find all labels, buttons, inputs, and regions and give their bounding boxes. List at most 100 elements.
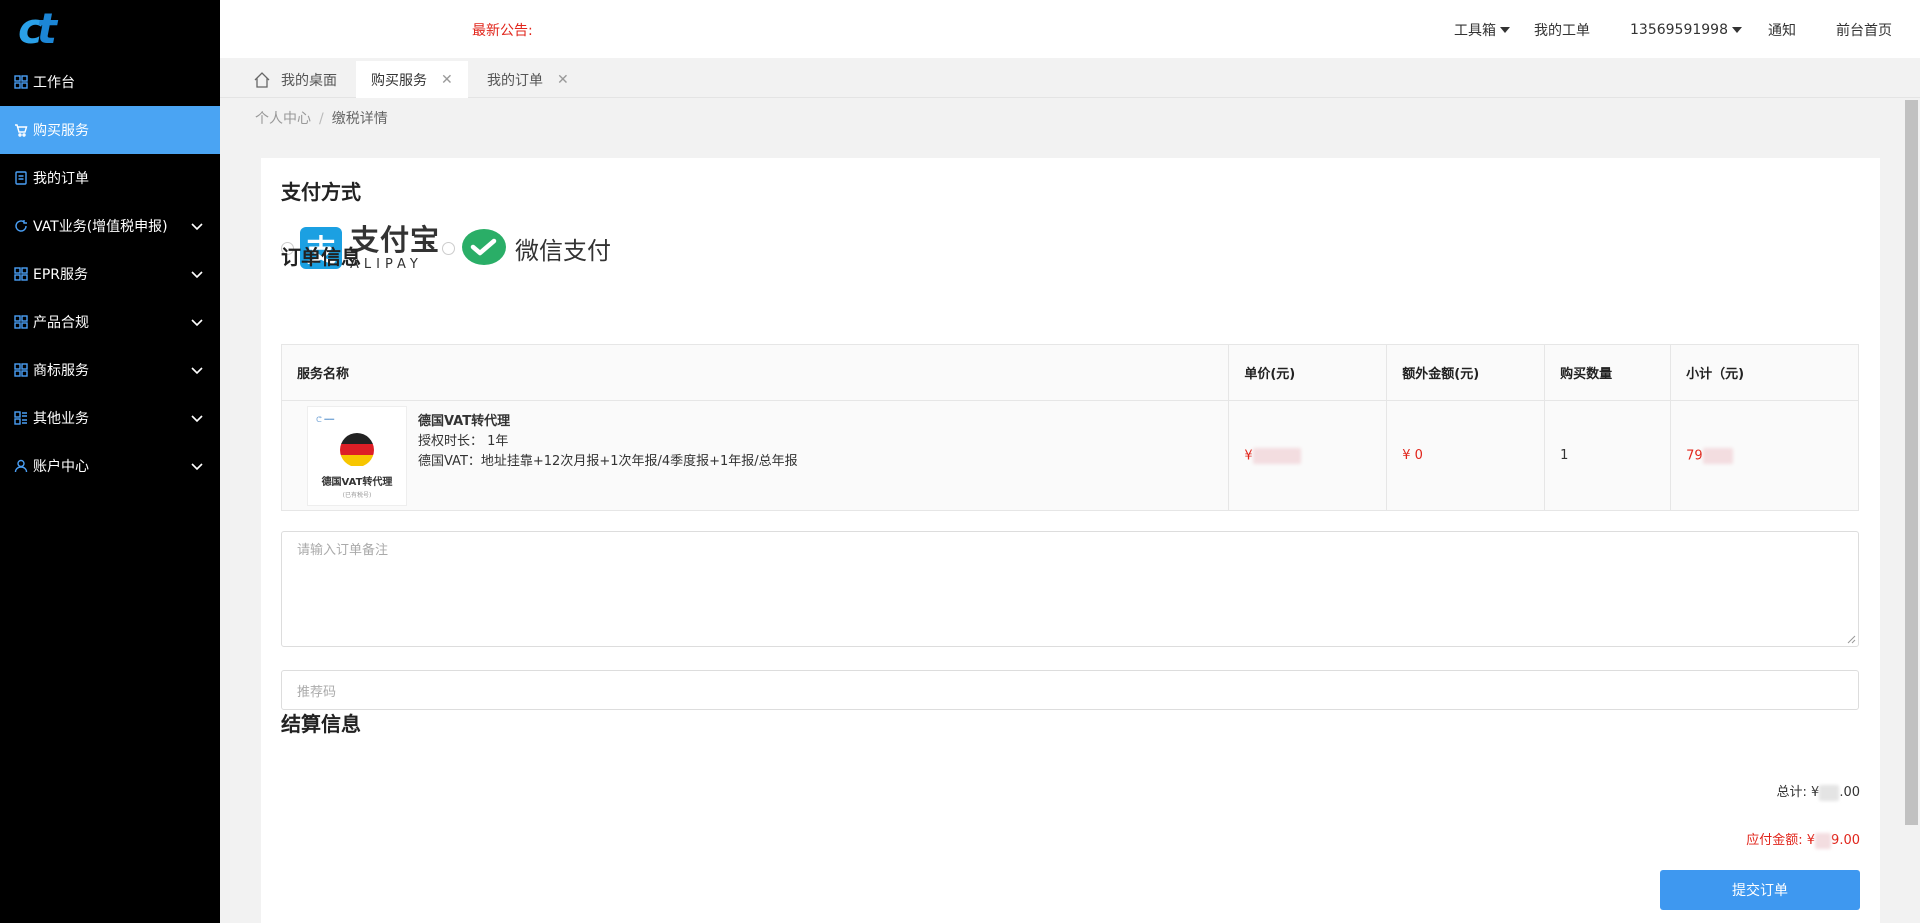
chevron-down-icon: [191, 367, 203, 375]
due-currency: ¥: [1806, 833, 1816, 848]
order-remark-input[interactable]: 请输入订单备注: [281, 531, 1859, 647]
remark-placeholder: 请输入订单备注: [297, 543, 389, 558]
tab-buy-service[interactable]: 购买服务 ✕: [356, 61, 468, 98]
table-row: ᕦ ━━ 德国VAT转代理 (已有税号) 德国VAT转代理 授权时长： 1年 德…: [280, 400, 1859, 511]
subtotal: 79: [1686, 448, 1703, 463]
scrollbar-thumb[interactable]: [1905, 100, 1918, 825]
home-icon: [254, 71, 270, 88]
product: ᕦ ━━ 德国VAT转代理 (已有税号) 德国VAT转代理 授权时长： 1年 德…: [297, 405, 1228, 506]
product-name: 德国VAT转代理: [418, 413, 511, 429]
caret-down-icon: [1732, 27, 1742, 33]
product-image-title: 德国VAT转代理: [321, 476, 393, 488]
sidebar-item-trademark[interactable]: 商标服务: [0, 346, 220, 394]
breadcrumb-current: 缴税详情: [331, 111, 388, 127]
chevron-down-icon: [191, 223, 203, 231]
checkout-card: 支付方式 支 支付宝 ALIPAY 微信支付 订单信息 服务名称 单价(元) 额…: [261, 158, 1880, 923]
alipay-cn: 支付宝: [350, 222, 441, 257]
close-icon[interactable]: ✕: [557, 72, 569, 88]
tab-label: 我的桌面: [281, 72, 337, 89]
caret-down-icon: [1500, 27, 1511, 33]
sidebar-item-my-orders[interactable]: 我的订单: [0, 154, 220, 202]
tab-bar: 我的桌面 购买服务 ✕ 我的订单 ✕: [220, 58, 1920, 98]
sidebar-item-vat[interactable]: VAT业务(增值税申报): [0, 202, 220, 250]
product-image: ᕦ ━━ 德国VAT转代理 (已有税号): [307, 405, 407, 506]
due-tail: 9.00: [1831, 833, 1860, 848]
redacted-value: [1815, 832, 1832, 849]
wechat-radio[interactable]: [442, 241, 456, 255]
redacted-value: [1819, 784, 1840, 801]
grid-icon: [14, 363, 28, 377]
alipay-logo-text: 支付宝 ALIPAY: [350, 222, 441, 272]
sidebar-item-account[interactable]: 账户中心: [0, 442, 220, 490]
sidebar-item-label: 工作台: [33, 75, 75, 91]
grid-icon: [14, 75, 28, 89]
wechat-option[interactable]: 微信支付: [461, 228, 611, 268]
breadcrumb-separator: /: [319, 111, 324, 127]
product-duration: 授权时长： 1年: [418, 433, 509, 449]
sidebar-item-label: 我的订单: [33, 171, 89, 187]
col-extra-amount: 额外金额(元): [1386, 344, 1546, 401]
sidebar-item-label: EPR服务: [33, 267, 89, 283]
product-image-sub: (已有税号): [342, 491, 372, 499]
redacted-value: [1702, 447, 1733, 464]
chevron-down-icon: [191, 319, 203, 327]
col-unit-price: 单价(元): [1228, 344, 1388, 401]
extra-amount: ¥ 0: [1402, 448, 1423, 463]
grid-icon: [14, 315, 28, 329]
order-icon: [14, 171, 28, 185]
subtotal-cell: 79: [1670, 400, 1859, 511]
col-service-name: 服务名称: [280, 344, 1230, 401]
order-table: 服务名称 单价(元) 额外金额(元) 购买数量 小计（元) ᕦ ━━ 德国VAT…: [280, 344, 1859, 511]
notify-link[interactable]: 通知: [1768, 20, 1796, 40]
table-header: 服务名称 单价(元) 额外金额(元) 购买数量 小计（元): [280, 344, 1859, 401]
close-icon[interactable]: ✕: [441, 72, 453, 88]
total-currency: ¥: [1811, 785, 1820, 800]
tab-label: 购买服务: [371, 72, 427, 89]
extra-amount-cell: ¥ 0: [1386, 400, 1546, 511]
my-ticket-link[interactable]: 我的工单: [1534, 20, 1590, 40]
sidebar-item-label: 产品合规: [33, 315, 89, 331]
sidebar-item-epr[interactable]: EPR服务: [0, 250, 220, 298]
chevron-down-icon: [191, 415, 203, 423]
cart-icon: [14, 123, 28, 137]
order-title: 订单信息: [281, 245, 361, 269]
notice-label[interactable]: 最新公告:: [472, 20, 533, 40]
service-cell: ᕦ ━━ 德国VAT转代理 (已有税号) 德国VAT转代理 授权时长： 1年 德…: [280, 400, 1230, 511]
tab-label: 我的订单: [487, 72, 543, 89]
chevron-down-icon: [191, 271, 203, 279]
sidebar-item-label: 商标服务: [33, 363, 89, 379]
product-info: 德国VAT转代理 授权时长： 1年 德国VAT：地址挂靠+12次月报+1次年报/…: [418, 412, 798, 472]
user-icon: [14, 459, 28, 473]
alipay-en: ALIPAY: [350, 256, 423, 272]
col-quantity: 购买数量: [1544, 344, 1672, 401]
referral-code-input[interactable]: 推荐码: [281, 670, 1859, 710]
unit-price-cell: ¥: [1228, 400, 1388, 511]
germany-flag-icon: [340, 432, 374, 467]
sidebar-item-other[interactable]: 其他业务: [0, 394, 220, 442]
resize-handle-icon[interactable]: [1846, 634, 1856, 644]
user-menu[interactable]: 13569591998: [1630, 22, 1742, 38]
sidebar-item-workbench[interactable]: 工作台: [0, 58, 220, 106]
quantity-cell: 1: [1544, 400, 1672, 511]
breadcrumb: 个人中心 / 缴税详情: [255, 108, 388, 128]
list-grid-icon: [14, 411, 28, 425]
breadcrumb-root[interactable]: 个人中心: [255, 111, 311, 127]
tab-my-orders[interactable]: 我的订单 ✕: [472, 61, 584, 98]
logo[interactable]: ct: [0, 0, 220, 58]
wechat-icon: [462, 229, 507, 265]
toolbox-menu[interactable]: 工具箱: [1454, 20, 1511, 40]
sidebar-item-label: 其他业务: [33, 411, 89, 427]
submit-order-button[interactable]: 提交订单: [1660, 870, 1860, 910]
brand-watermark: ᕦ ━━: [316, 414, 335, 424]
settlement-title: 结算信息: [281, 712, 361, 736]
tab-my-desktop[interactable]: 我的桌面: [238, 61, 352, 98]
total-label: 总计:: [1776, 785, 1807, 800]
due-label: 应付金额:: [1746, 833, 1803, 848]
quantity: 1: [1560, 448, 1569, 463]
product-desc: 德国VAT：地址挂靠+12次月报+1次年报/4季度报+1年报/总年报: [418, 453, 798, 469]
sidebar-item-compliance[interactable]: 产品合规: [0, 298, 220, 346]
front-home-link[interactable]: 前台首页: [1836, 20, 1892, 40]
sidebar: ct 工作台 购买服务 我的订单 VAT业务(增值税申报) EPR服务 产品合规…: [0, 0, 220, 923]
sidebar-item-buy-service[interactable]: 购买服务: [0, 106, 220, 154]
sidebar-item-label: 购买服务: [33, 123, 89, 139]
